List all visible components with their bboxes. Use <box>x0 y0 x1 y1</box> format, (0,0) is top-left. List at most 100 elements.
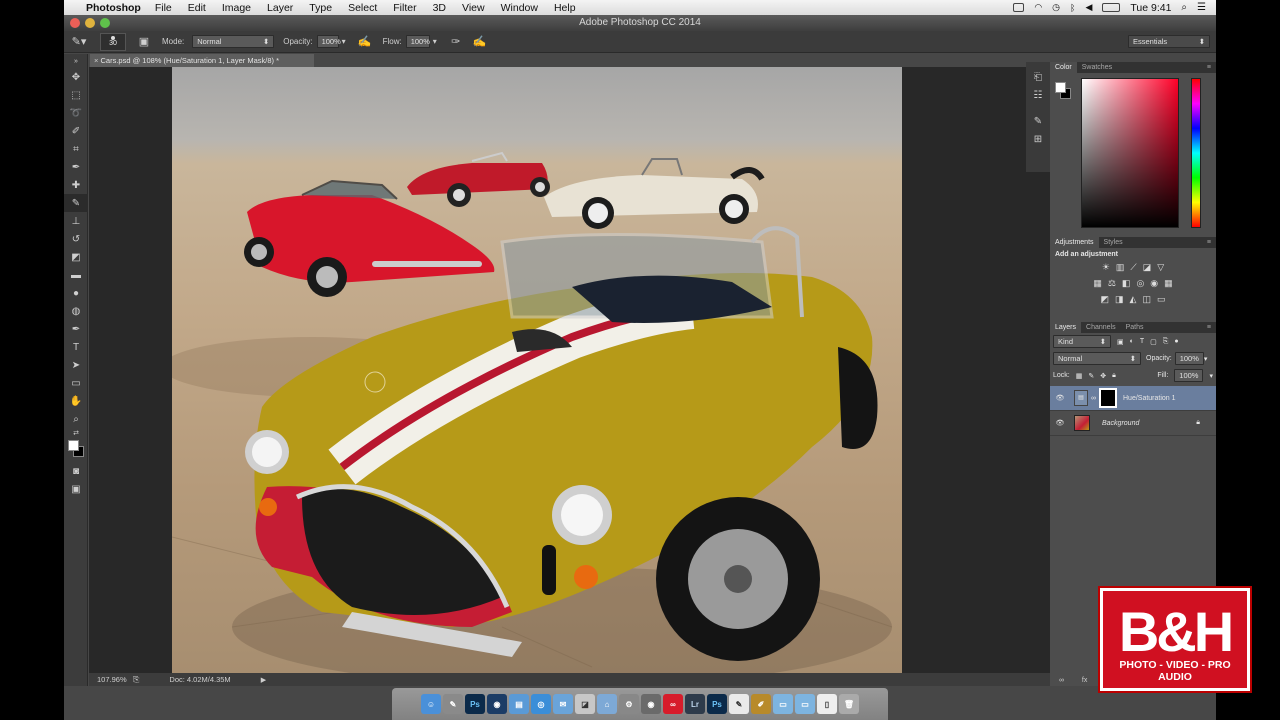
tab-channels[interactable]: Channels <box>1081 322 1121 333</box>
menu-image[interactable]: Image <box>222 2 251 14</box>
minimize-window-icon[interactable] <box>85 18 95 28</box>
photo-canvas[interactable] <box>172 67 902 673</box>
eraser-tool-icon[interactable]: ◩ <box>64 248 88 266</box>
history-brush-tool-icon[interactable]: ↺ <box>64 230 88 248</box>
layer-row-background[interactable]: 👁︎ Background 🔒︎ <box>1050 411 1216 436</box>
network-icon[interactable]: ⌂ <box>597 694 617 714</box>
clone-stamp-tool-icon[interactable]: ⊥ <box>64 212 88 230</box>
notification-center-icon[interactable]: ☰ <box>1197 2 1206 13</box>
layer-name[interactable]: Hue/Saturation 1 <box>1123 395 1176 402</box>
canvas-area[interactable] <box>89 67 1076 673</box>
folder-icon[interactable]: ▭ <box>773 694 793 714</box>
zoom-tool-icon[interactable]: ⌕ <box>64 410 88 428</box>
app-menu[interactable]: Photoshop <box>86 2 141 14</box>
app-icon[interactable]: ◉ <box>487 694 507 714</box>
layer-row-hue-saturation[interactable]: 👁︎ ▤ ∞ Hue/Saturation 1 <box>1050 386 1216 411</box>
menu-type[interactable]: Type <box>309 2 332 14</box>
spotlight-icon[interactable]: ⌕ <box>1181 2 1187 13</box>
menu-layer[interactable]: Layer <box>267 2 293 14</box>
pen-app-icon[interactable]: ✎ <box>443 694 463 714</box>
lightroom-app-icon[interactable]: Lr <box>685 694 705 714</box>
brush-tool-preset-icon[interactable]: ✎▾ <box>64 35 94 48</box>
eyedropper-tool-icon[interactable]: ✒ <box>64 158 88 176</box>
selective-color-icon[interactable]: ◫ <box>1142 294 1151 305</box>
visibility-eye-icon[interactable]: 👁︎ <box>1050 394 1070 402</box>
photoshop-app-icon[interactable]: Ps <box>465 694 485 714</box>
menu-view[interactable]: View <box>462 2 485 14</box>
type-tool-icon[interactable]: T <box>64 338 88 356</box>
flow-field[interactable]: 100% <box>405 35 430 48</box>
photo-filter-icon[interactable]: ◎ <box>1136 278 1144 289</box>
layer-filter-select[interactable]: Kind ⬍ <box>1053 335 1111 348</box>
wifi-icon[interactable]: ◠ <box>1034 2 1042 13</box>
filter-type-icon[interactable]: T <box>1140 338 1144 345</box>
document-icon[interactable]: ▯ <box>817 694 837 714</box>
fill-field[interactable]: 100% <box>1174 369 1204 382</box>
panel-menu-icon[interactable]: ≡ <box>1202 237 1216 248</box>
layer-opacity-chevron-icon[interactable]: ▾ <box>1204 355 1208 363</box>
panel-menu-icon[interactable]: ≡ <box>1202 62 1216 73</box>
filter-smart-object-icon[interactable]: ⎘ <box>1163 338 1169 346</box>
pressure-opacity-icon[interactable]: ✍ <box>353 35 377 48</box>
menu-file[interactable]: File <box>155 2 172 14</box>
opacity-field[interactable]: 100% <box>316 35 341 48</box>
lasso-tool-icon[interactable]: ➰ <box>64 104 88 122</box>
menu-filter[interactable]: Filter <box>393 2 416 14</box>
blend-mode-select[interactable]: Normal ⬍ <box>1053 352 1141 365</box>
hand-tool-icon[interactable]: ✋ <box>64 392 88 410</box>
link-chain-icon[interactable]: ∞ <box>1091 395 1096 402</box>
healing-brush-tool-icon[interactable]: ✚ <box>64 176 88 194</box>
safari-icon[interactable]: ◎ <box>531 694 551 714</box>
screen-icon[interactable] <box>1013 3 1025 12</box>
color-lookup-icon[interactable]: ▦ <box>1164 278 1173 289</box>
lock-all-icon[interactable]: 🔒︎ <box>1112 372 1116 380</box>
hue-saturation-icon[interactable]: ▦ <box>1093 278 1102 289</box>
color-balance-icon[interactable]: ⚖ <box>1108 278 1116 289</box>
threshold-icon[interactable]: ◭ <box>1130 294 1137 305</box>
zoom-level[interactable]: 107.96% <box>97 675 127 684</box>
lock-position-icon[interactable]: ✥ <box>1100 372 1106 380</box>
flow-chevron-icon[interactable]: ▾ <box>430 37 440 46</box>
tab-color[interactable]: Color <box>1050 62 1077 73</box>
tab-layers[interactable]: Layers <box>1050 322 1082 333</box>
workspace-select[interactable]: Essentials ⬍ <box>1128 35 1210 48</box>
trash-icon[interactable]: 🗑︎ <box>839 694 859 714</box>
channel-mixer-icon[interactable]: ◉ <box>1150 278 1158 289</box>
color-swatches[interactable] <box>64 438 88 462</box>
preview-icon[interactable]: ◪ <box>575 694 595 714</box>
foreground-color-swatch[interactable] <box>1055 82 1066 93</box>
filter-toggle-icon[interactable]: ● <box>1174 338 1178 345</box>
layer-style-icon[interactable]: fx <box>1082 677 1087 684</box>
path-select-tool-icon[interactable]: ➤ <box>64 356 88 374</box>
document-tab[interactable]: × Cars.psd @ 108% (Hue/Saturation 1, Lay… <box>90 54 314 67</box>
camera-icon[interactable]: ◉ <box>641 694 661 714</box>
airbrush-icon[interactable]: ✑ <box>444 35 468 48</box>
invert-icon[interactable]: ◩ <box>1101 294 1110 305</box>
gradient-map-icon[interactable]: ▭ <box>1157 294 1166 305</box>
brush-presets-icon[interactable]: ✎ <box>1026 112 1050 130</box>
lock-transparent-icon[interactable]: ▦ <box>1076 372 1083 380</box>
tab-adjustments[interactable]: Adjustments <box>1050 237 1099 248</box>
posterize-icon[interactable]: ◨ <box>1115 294 1124 305</box>
bluetooth-icon[interactable]: ᛒ <box>1070 3 1075 13</box>
battery-icon[interactable] <box>1102 3 1121 12</box>
creative-cloud-icon[interactable]: ∞ <box>663 694 683 714</box>
tab-paths[interactable]: Paths <box>1121 322 1149 333</box>
finder-window-icon[interactable]: ▤ <box>509 694 529 714</box>
clone-source-icon[interactable]: ⊞ <box>1026 130 1050 148</box>
mail-icon[interactable]: ✉ <box>553 694 573 714</box>
properties-panel-icon[interactable]: ☷ <box>1026 86 1050 104</box>
mode-select[interactable]: Normal ⬍ <box>192 35 275 48</box>
levels-icon[interactable]: ▥ <box>1116 262 1125 273</box>
swap-colors-icon[interactable]: ⇄ <box>64 428 88 438</box>
menu-window[interactable]: Window <box>501 2 538 14</box>
shape-tool-icon[interactable]: ▭ <box>64 374 88 392</box>
crop-tool-icon[interactable]: ⌗ <box>64 140 88 158</box>
exposure-icon[interactable]: ◪ <box>1143 262 1152 273</box>
pen-tool-icon[interactable]: ✒ <box>64 320 88 338</box>
layer-name[interactable]: Background <box>1102 420 1139 427</box>
brush-panel-icon[interactable]: ▣ <box>132 35 156 48</box>
menu-help[interactable]: Help <box>554 2 576 14</box>
folder-icon[interactable]: ▭ <box>795 694 815 714</box>
blur-tool-icon[interactable]: ● <box>64 284 88 302</box>
